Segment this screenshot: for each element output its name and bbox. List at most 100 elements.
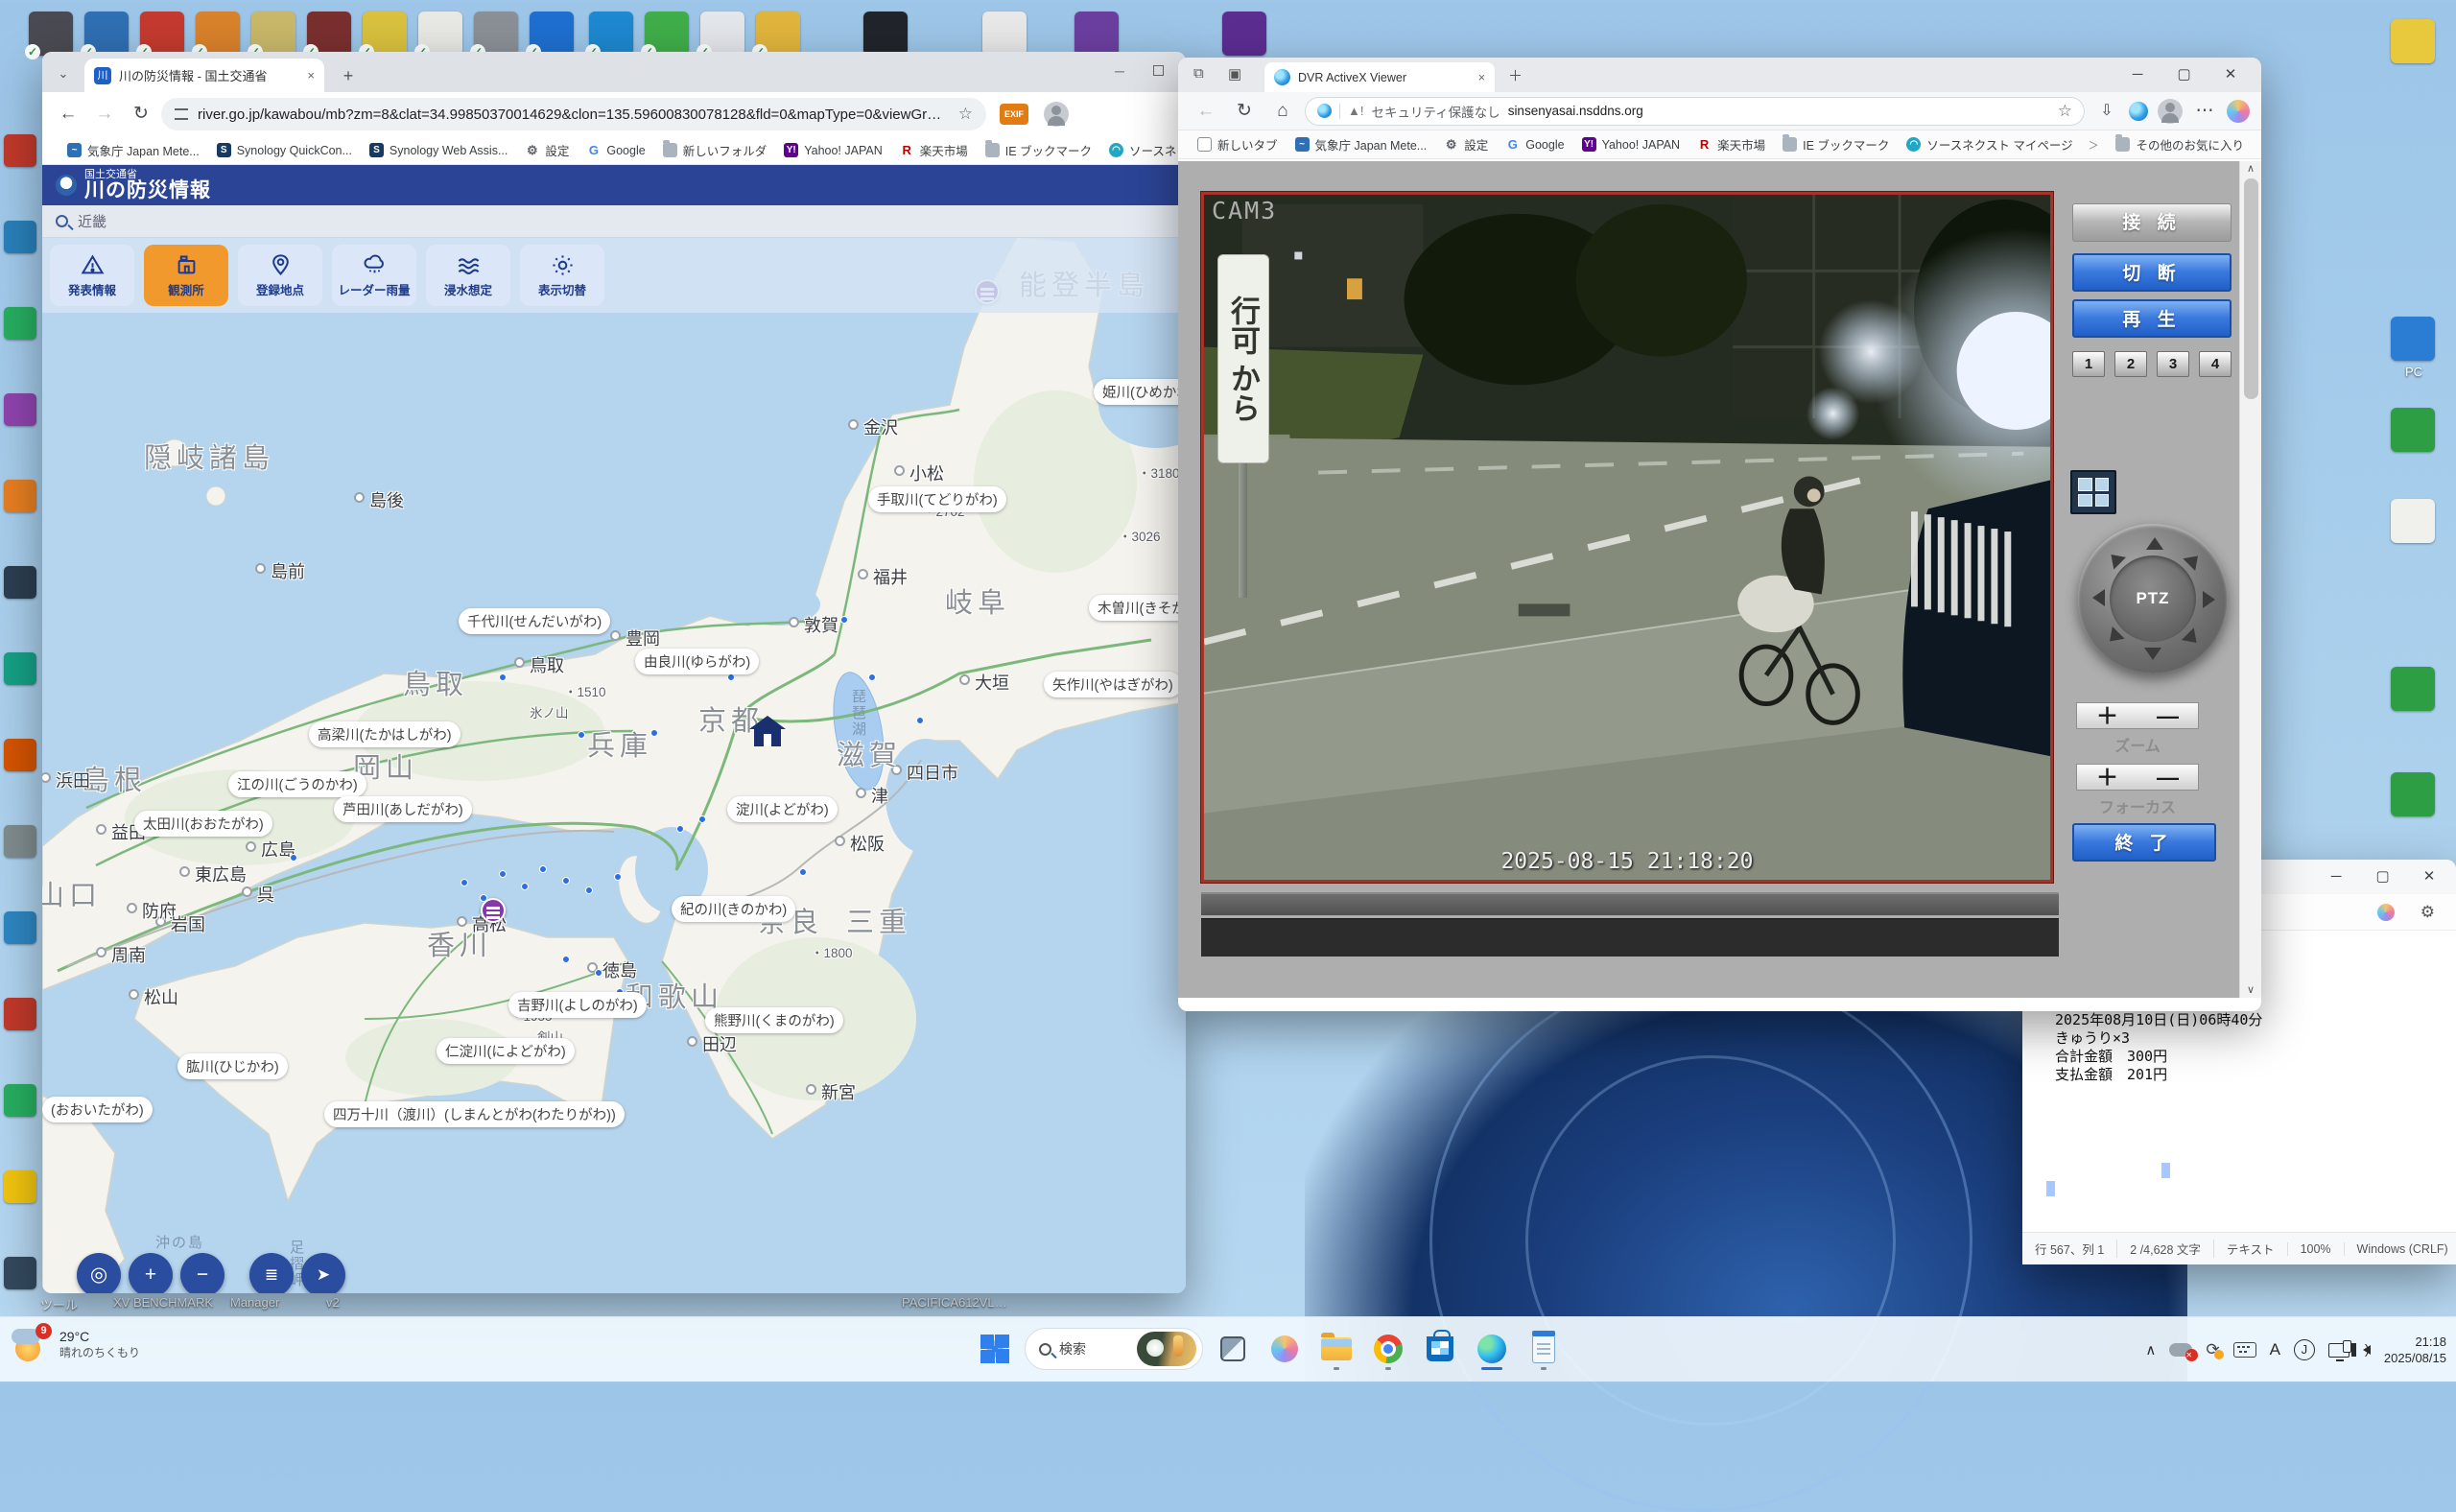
desktop-app-icon[interactable] (2391, 667, 2435, 711)
ptz-arrow-1[interactable] (2183, 550, 2204, 571)
bookmark-item[interactable]: ~気象庁 Japan Mete... (1287, 132, 1435, 156)
focus-control[interactable]: ＋— (2076, 764, 2199, 791)
bookmark-item[interactable]: ◠ソースネクスト マイページ (1899, 132, 2080, 156)
copilot-taskbar-button[interactable] (1263, 1327, 1307, 1371)
river-label-chip[interactable]: 仁淀川(によどがわ) (437, 1038, 575, 1064)
ptz-arrow-5[interactable] (2104, 626, 2125, 648)
channel-4-button[interactable]: 4 (2199, 351, 2232, 377)
cctv-video-frame[interactable]: CAM3 行可 から 2025-08-15 21:18:20 (1201, 192, 2053, 883)
ptz-wheel[interactable]: PTZ (2078, 524, 2228, 673)
ptz-arrow-4[interactable] (2144, 648, 2161, 660)
desktop-app-icon[interactable]: ✓ (307, 12, 351, 56)
dvr-scrollbar[interactable]: ∧ ∨ (2239, 161, 2261, 998)
river-label-chip[interactable]: 吉野川(よしのがわ) (508, 992, 647, 1018)
tool-warning-button[interactable]: 発表情報 (50, 245, 134, 306)
tray-chevron-icon[interactable]: ∧ (2145, 1341, 2156, 1358)
desktop-app-icon[interactable] (2391, 408, 2435, 452)
desktop-app-icon[interactable]: ✓ (140, 12, 184, 56)
tool-radar-button[interactable]: レーダー雨量 (332, 245, 416, 306)
dvr-home-icon[interactable]: ⌂ (1266, 95, 1299, 128)
station-dot[interactable] (727, 673, 735, 681)
station-dot[interactable] (676, 825, 684, 833)
desktop-app-icon[interactable] (4, 1257, 36, 1289)
desktop-app-icon[interactable] (4, 739, 36, 771)
river-label-chip[interactable]: 太田川(おおたがわ) (134, 811, 272, 837)
channel-2-button[interactable]: 2 (2114, 351, 2147, 377)
desktop-app-icon[interactable]: ✓ (418, 12, 462, 56)
focus-plus[interactable]: ＋ (2096, 766, 2118, 789)
bookmark-item[interactable]: 新しいタブ (1190, 132, 1286, 156)
bookmark-item[interactable]: SSynology Web Assis... (362, 140, 515, 160)
disconnect-button[interactable]: 切 断 (2072, 253, 2232, 292)
desktop-app-icon[interactable] (4, 998, 36, 1030)
station-dot[interactable] (562, 956, 570, 963)
station-dot[interactable] (539, 865, 547, 873)
connect-button[interactable]: 接 続 (2072, 203, 2232, 242)
exif-extension-icon[interactable]: EXIF (1000, 104, 1028, 125)
river-label-chip[interactable]: (おおいたがわ) (42, 1097, 153, 1122)
station-dot[interactable] (614, 873, 622, 881)
desktop-app-icon[interactable] (1222, 12, 1266, 56)
channel-3-button[interactable]: 3 (2157, 351, 2189, 377)
tab-close-icon[interactable]: × (307, 68, 315, 83)
station-dot[interactable] (868, 673, 876, 681)
river-label-chip[interactable]: 芦田川(あしだがわ) (334, 796, 472, 822)
share-button[interactable]: ➤ (301, 1253, 345, 1293)
zoom-plus[interactable]: ＋ (2096, 704, 2118, 727)
fav-overflow-chevron[interactable]: ＞ (2083, 137, 2105, 153)
desktop-app-icon[interactable] (4, 1084, 36, 1117)
ptz-arrow-2[interactable] (2203, 591, 2215, 608)
desktop-app-icon[interactable]: ✓ (645, 12, 689, 56)
map-canvas[interactable]: 隠岐諸島能登半島鳥取兵庫京都滋賀岡山島根山口香川奈良三重岐阜和歌山金沢小松福井敦… (42, 165, 1186, 1293)
water-level-station-marker[interactable] (481, 898, 506, 923)
legend-button[interactable]: ≣ (249, 1253, 294, 1293)
river-label-chip[interactable]: 木曽川(きそがわ) (1089, 595, 1186, 621)
weather-widget[interactable]: 9 29°C 晴れのちくもり (12, 1325, 140, 1363)
address-bar[interactable]: river.go.jp/kawabou/mb?zm=8&clat=34.9985… (161, 98, 986, 130)
zoom-out-button[interactable]: − (180, 1253, 224, 1293)
station-dot[interactable] (521, 883, 529, 890)
ptz-arrow-3[interactable] (2182, 627, 2203, 649)
bookmark-item[interactable]: Y!Yahoo! JAPAN (1574, 134, 1688, 154)
station-dot[interactable] (290, 854, 297, 862)
touch-keyboard-icon[interactable] (2233, 1342, 2256, 1358)
copilot-button[interactable] (2227, 100, 2250, 123)
tab-dvr-viewer[interactable]: DVR ActiveX Viewer × (1264, 62, 1495, 92)
river-label-chip[interactable]: 熊野川(くまのがわ) (705, 1007, 843, 1033)
scroll-thumb[interactable] (2244, 178, 2258, 399)
desktop-app-icon[interactable] (982, 12, 1027, 56)
start-button[interactable] (973, 1327, 1017, 1371)
desktop-app-icon[interactable]: ✓ (29, 12, 73, 56)
volume-icon[interactable] (2363, 1345, 2371, 1355)
desktop-app-icon[interactable]: ✓ (196, 12, 240, 56)
bookmark-item[interactable]: R楽天市場 (892, 138, 976, 162)
station-dot[interactable] (499, 870, 507, 878)
end-button[interactable]: 終 了 (2072, 823, 2216, 862)
river-label-chip[interactable]: 手取川(てどりがわ) (868, 486, 1006, 512)
station-dot[interactable] (578, 731, 585, 739)
sync-icon[interactable]: ⟳ (2206, 1340, 2219, 1359)
desktop-app-icon[interactable] (4, 393, 36, 426)
grid-view-button[interactable] (2070, 470, 2116, 514)
desktop-app-icon[interactable] (4, 134, 36, 167)
dvr-maximize-button[interactable]: ▢ (2163, 59, 2206, 91)
station-dot[interactable] (799, 868, 807, 876)
dvr-reload-icon[interactable]: ↻ (1228, 95, 1261, 128)
desktop-app-icon[interactable]: ✓ (474, 12, 518, 56)
desktop-app-icon[interactable] (1074, 12, 1119, 56)
focus-minus[interactable]: — (2157, 766, 2179, 789)
task-view-button[interactable] (1211, 1327, 1255, 1371)
desktop-app-icon[interactable]: ✓ (363, 12, 407, 56)
desktop-app-icon[interactable] (863, 12, 908, 56)
dvr-close-button[interactable]: ✕ (2209, 59, 2252, 91)
bookmark-item[interactable]: R楽天市場 (1689, 132, 1773, 156)
station-dot[interactable] (585, 886, 593, 894)
dvr-minimize-button[interactable]: ─ (2116, 59, 2159, 91)
notepad-taskbar-button[interactable] (1522, 1327, 1566, 1371)
tab-search-icon[interactable]: ⌄ (52, 63, 75, 86)
tab-kawabou[interactable]: 川 川の防災情報 - 国土交通省 × (84, 59, 324, 92)
file-explorer-button[interactable] (1314, 1327, 1358, 1371)
desktop-app-icon[interactable] (4, 825, 36, 858)
bookmark-item[interactable]: IE ブックマーク (978, 138, 1099, 162)
dvr-back-icon[interactable]: ← (1190, 95, 1222, 128)
